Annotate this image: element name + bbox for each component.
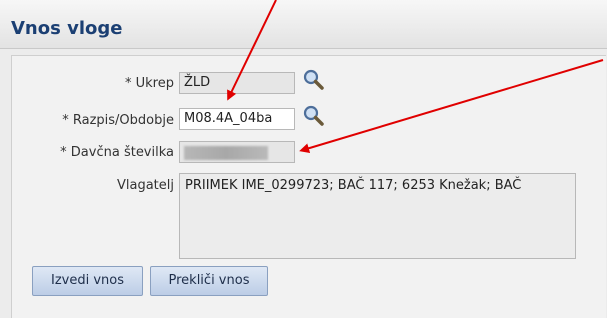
panel-header: Vnos vloge — [0, 0, 607, 49]
vlagatelj-field[interactable]: PRIIMEK IME_0299723; BAČ 117; 6253 Kneža… — [179, 173, 576, 259]
razpis-lookup-magnifier-icon[interactable] — [302, 104, 326, 128]
ukrep-lookup-magnifier-icon[interactable] — [302, 68, 326, 92]
submit-button[interactable]: Izvedi vnos — [32, 266, 143, 296]
ukrep-label: * Ukrep — [125, 76, 174, 91]
cancel-button[interactable]: Prekliči vnos — [150, 266, 268, 296]
redacted-blur — [184, 146, 268, 160]
razpis-label: * Razpis/Obdobje — [62, 113, 174, 128]
davcna-field[interactable] — [179, 141, 295, 163]
page-title: Vnos vloge — [11, 18, 123, 39]
ukrep-field[interactable]: ŽLD — [179, 72, 295, 94]
vlagatelj-label: Vlagatelj — [116, 178, 174, 193]
davcna-label: * Davčna številka — [60, 145, 174, 160]
razpis-field[interactable]: M08.4A_04ba — [179, 108, 295, 130]
